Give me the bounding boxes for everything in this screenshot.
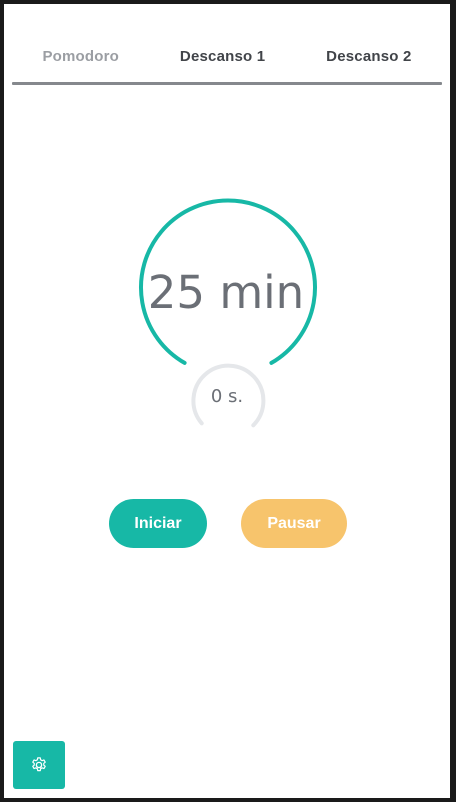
- pause-button[interactable]: Pausar: [241, 499, 347, 548]
- settings-button[interactable]: [13, 741, 65, 789]
- start-button[interactable]: Iniciar: [109, 499, 207, 548]
- app-window: Pomodoro Descanso 1 Descanso 2 25 min 0 …: [4, 4, 450, 798]
- timer-display: 25 min 0 s.: [4, 4, 450, 798]
- seconds-readout: 0 s.: [210, 386, 244, 407]
- gear-icon: [32, 757, 46, 772]
- minutes-readout: 25 min: [147, 266, 305, 319]
